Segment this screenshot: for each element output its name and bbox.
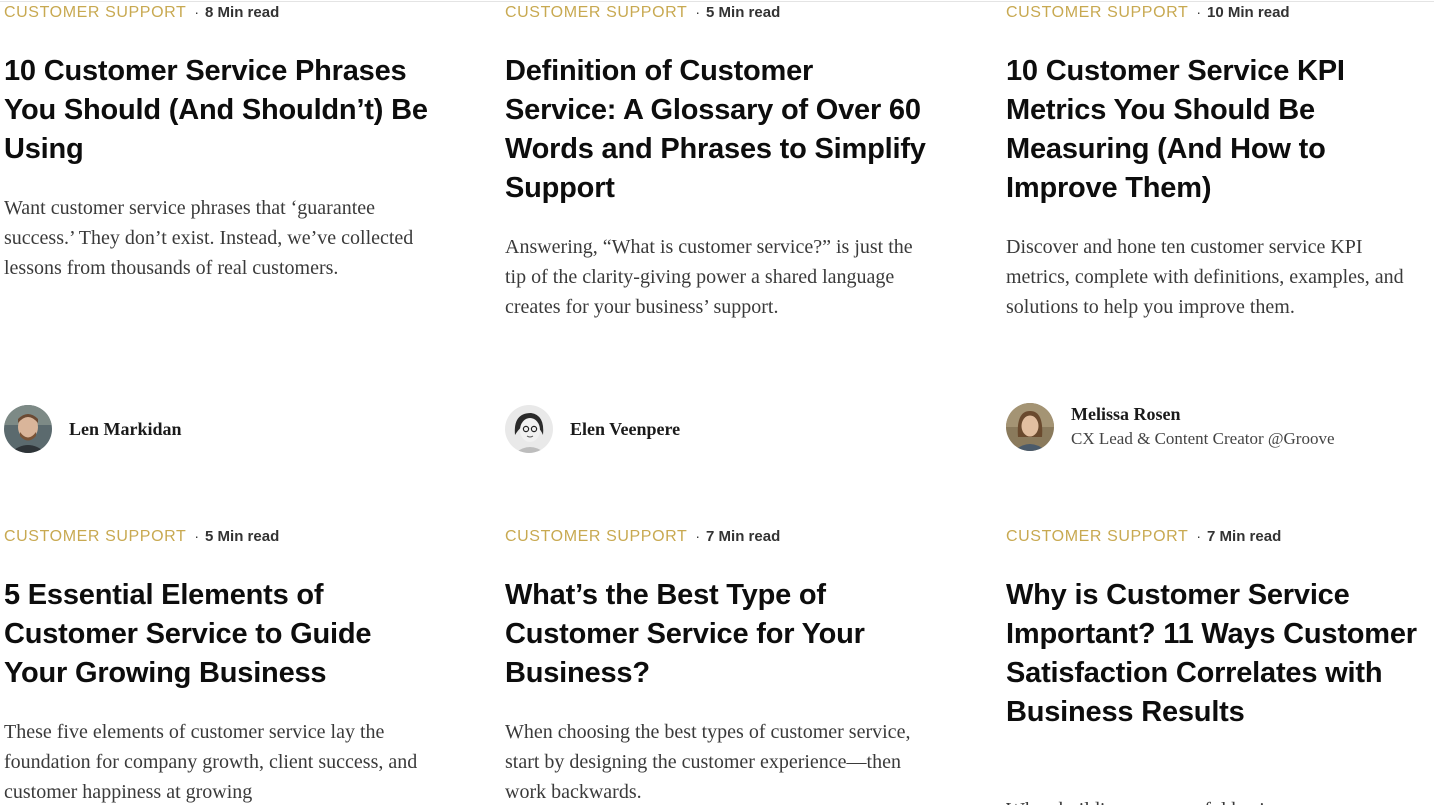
read-time: 10 Min read xyxy=(1207,4,1290,21)
article-title[interactable]: 10 Customer Service KPI Metrics You Shou… xyxy=(1006,52,1431,208)
article-card[interactable]: CUSTOMER SUPPORT · 5 Min read 5 Essential … xyxy=(0,524,425,805)
separator-dot: · xyxy=(1196,4,1202,20)
author-block[interactable]: Elen Veenpere xyxy=(505,405,680,453)
category-link[interactable]: CUSTOMER SUPPORT xyxy=(505,528,687,545)
category-link[interactable]: CUSTOMER SUPPORT xyxy=(4,528,186,545)
article-excerpt: When building a successful busi xyxy=(1006,795,1431,805)
author-role: CX Lead & Content Creator @Groove xyxy=(1071,429,1335,448)
article-meta: CUSTOMER SUPPORT · 8 Min read xyxy=(4,3,279,21)
article-card[interactable]: CUSTOMER SUPPORT · 5 Min read Definition o… xyxy=(501,0,926,470)
author-avatar xyxy=(505,405,553,453)
article-excerpt: Answering, “What is customer service?” i… xyxy=(505,236,913,318)
article-title[interactable]: Why is Customer Service Important? 11 Wa… xyxy=(1006,576,1431,732)
separator-dot: · xyxy=(1196,528,1202,544)
article-title[interactable]: 5 Essential Elements of Customer Service… xyxy=(4,576,429,693)
article-title[interactable]: Definition of Customer Service: A Glossa… xyxy=(505,52,930,208)
article-grid: CUSTOMER SUPPORT · 8 Min read 10 Customer … xyxy=(0,0,1434,805)
read-time: 5 Min read xyxy=(205,528,280,545)
read-time: 8 Min read xyxy=(205,4,280,21)
article-excerpt: These five elements of customer service … xyxy=(4,721,418,803)
separator-dot: · xyxy=(695,4,701,20)
category-link[interactable]: CUSTOMER SUPPORT xyxy=(1006,528,1188,545)
read-time: 5 Min read xyxy=(706,4,781,21)
author-name[interactable]: Melissa Rosen xyxy=(1071,403,1335,425)
read-time: 7 Min read xyxy=(706,528,781,545)
separator-dot: · xyxy=(194,528,200,544)
article-card[interactable]: CUSTOMER SUPPORT · 8 Min read 10 Customer … xyxy=(0,0,428,470)
article-meta: CUSTOMER SUPPORT · 10 Min read xyxy=(1006,3,1290,21)
article-card[interactable]: CUSTOMER SUPPORT · 7 Min read What’s the B… xyxy=(501,524,926,805)
read-time: 7 Min read xyxy=(1207,528,1282,545)
article-card[interactable]: CUSTOMER SUPPORT · 7 Min read Why is Custo… xyxy=(1002,524,1427,805)
article-excerpt: Want customer service phrases that ‘guar… xyxy=(4,197,414,279)
article-meta: CUSTOMER SUPPORT · 5 Min read xyxy=(505,3,780,21)
separator-dot: · xyxy=(695,528,701,544)
author-avatar xyxy=(4,405,52,453)
article-title[interactable]: What’s the Best Type of Customer Service… xyxy=(505,576,930,693)
article-card[interactable]: CUSTOMER SUPPORT · 10 Min read 10 Customer… xyxy=(1002,0,1427,470)
author-avatar xyxy=(1006,403,1054,451)
article-title[interactable]: 10 Customer Service Phrases You Should (… xyxy=(4,52,429,169)
author-block[interactable]: Melissa Rosen CX Lead & Content Creator … xyxy=(1006,403,1335,451)
separator-dot: · xyxy=(194,4,200,20)
author-name[interactable]: Len Markidan xyxy=(69,418,182,440)
article-meta: CUSTOMER SUPPORT · 7 Min read xyxy=(1006,527,1281,545)
category-link[interactable]: CUSTOMER SUPPORT xyxy=(505,4,687,21)
article-excerpt: Discover and hone ten customer service K… xyxy=(1006,236,1404,318)
article-meta: CUSTOMER SUPPORT · 5 Min read xyxy=(4,527,279,545)
author-name[interactable]: Elen Veenpere xyxy=(570,418,680,440)
article-meta: CUSTOMER SUPPORT · 7 Min read xyxy=(505,527,780,545)
category-link[interactable]: CUSTOMER SUPPORT xyxy=(1006,4,1188,21)
article-excerpt: When choosing the best types of customer… xyxy=(505,721,911,803)
author-block[interactable]: Len Markidan xyxy=(4,405,182,453)
category-link[interactable]: CUSTOMER SUPPORT xyxy=(4,4,186,21)
